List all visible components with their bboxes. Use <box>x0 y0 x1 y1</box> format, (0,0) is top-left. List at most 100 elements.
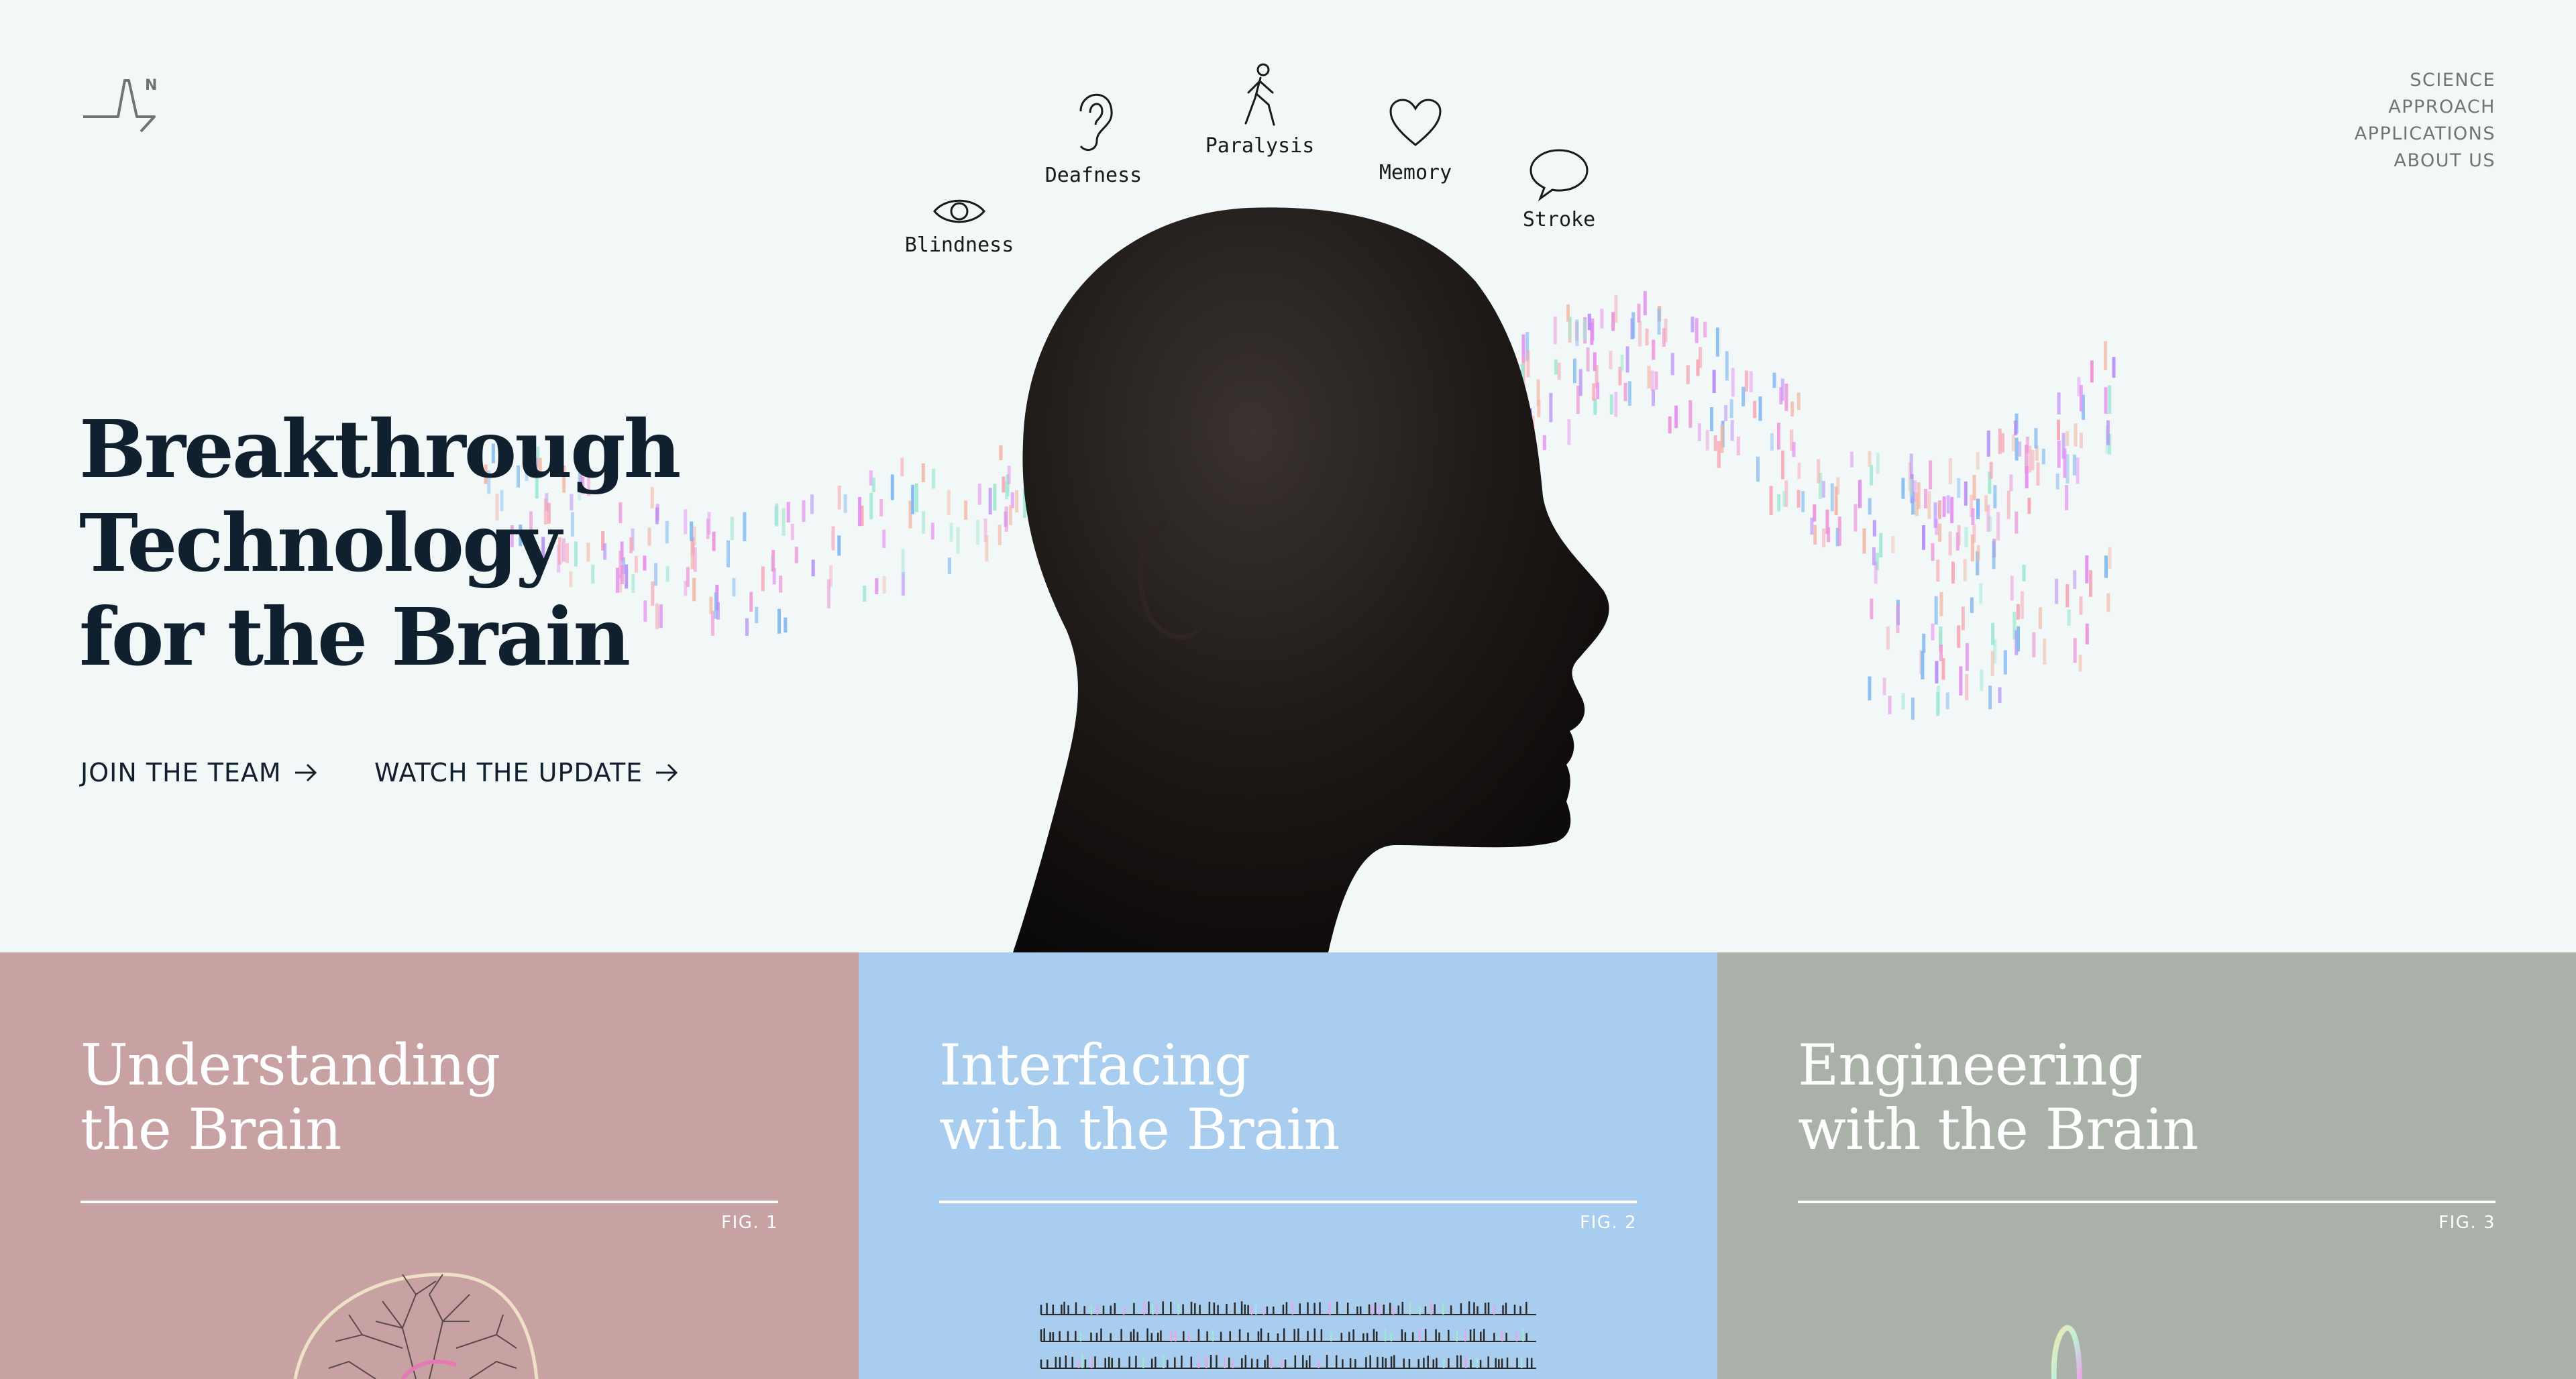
spike-mark <box>1876 453 1880 474</box>
spike-train-illustration <box>1040 1301 1536 1369</box>
spike-mark <box>901 571 905 596</box>
spike-mark <box>858 497 861 527</box>
spike-mark <box>1970 597 1974 613</box>
spike-mark <box>690 521 694 541</box>
spike-mark <box>1837 516 1841 546</box>
nav-about-us[interactable]: ABOUT US <box>2355 148 2496 174</box>
spike-mark <box>1980 669 1984 691</box>
spike-mark <box>1668 416 1672 434</box>
spike-mark <box>1696 360 1700 376</box>
spike-mark <box>1697 423 1701 441</box>
spike-mark <box>1810 517 1814 535</box>
spike-mark <box>1901 693 1905 710</box>
spike-mark <box>790 523 794 541</box>
join-the-team-link[interactable]: JOIN THE TEAM <box>80 758 318 787</box>
spike-mark <box>1744 370 1748 392</box>
logo-letter: N <box>145 77 157 94</box>
spike-mark <box>1950 496 1954 524</box>
spike-mark <box>1792 441 1796 457</box>
spike-mark <box>2041 449 2045 465</box>
spike-mark <box>1652 339 1656 360</box>
spike-mark <box>1971 508 1975 525</box>
eye-icon <box>933 199 985 223</box>
spike-mark <box>1779 387 1783 404</box>
spike-mark <box>1670 353 1674 376</box>
spike-mark <box>684 509 688 535</box>
spike-mark <box>1931 623 1935 641</box>
condition-label: Paralysis <box>1205 134 1315 158</box>
spike-mark <box>1951 561 1955 584</box>
spike-mark <box>1901 478 1905 499</box>
spike-mark <box>1970 534 1974 562</box>
spike-mark <box>1909 478 1913 497</box>
spike-mark <box>1772 372 1776 388</box>
watch-the-update-link[interactable]: WATCH THE UPDATE <box>374 758 679 787</box>
spike-mark <box>1964 481 1968 506</box>
spike-mark <box>2034 428 2038 449</box>
spike-mark <box>1886 626 1890 650</box>
spike-mark <box>1796 490 1801 508</box>
spike-mark <box>1657 308 1661 335</box>
spike-mark <box>1870 598 1874 620</box>
condition-stroke[interactable]: Stroke <box>1485 141 1633 231</box>
spike-mark <box>1822 528 1826 548</box>
spike-mark <box>1946 495 1950 514</box>
spike-mark <box>1929 460 1933 490</box>
nav-applications[interactable]: APPLICATIONS <box>2355 121 2496 148</box>
panel-title-line-2: with the Brain <box>1798 1097 2199 1162</box>
spike-mark <box>777 608 781 634</box>
spike-mark <box>1849 451 1854 467</box>
nav-science[interactable]: SCIENCE <box>2355 67 2496 94</box>
spike-mark <box>900 457 904 477</box>
spike-mark <box>1935 661 1939 683</box>
spike-mark <box>2014 421 2018 436</box>
headline-line-3: for the Brain <box>79 590 631 683</box>
spike-mark <box>1688 400 1693 428</box>
hero-section: N SCIENCE APPROACH APPLICATIONS ABOUT US… <box>0 0 2576 952</box>
panel-interfacing[interactable]: Interfacing with the Brain FIG. 2 <box>859 952 1717 1379</box>
spike-mark <box>771 549 775 572</box>
spike-mark <box>2009 474 2013 492</box>
panel-title-line-1: Understanding <box>80 1032 500 1098</box>
spike-mark <box>1858 480 1862 508</box>
spike-mark <box>1664 319 1668 343</box>
spike-mark <box>2028 445 2032 473</box>
spike-mark <box>1931 543 1935 561</box>
nav-approach[interactable]: APPROACH <box>2355 94 2496 121</box>
arrow-right-icon <box>294 763 317 782</box>
spike-mark <box>1836 477 1840 495</box>
spike-mark <box>1777 494 1781 512</box>
spike-mark <box>932 469 936 489</box>
spike-mark <box>1990 651 1994 676</box>
spike-mark <box>1921 651 1925 679</box>
spike-mark <box>1986 430 1990 457</box>
condition-blindness[interactable]: Blindness <box>885 181 1033 257</box>
spike-mark <box>2112 357 2116 378</box>
spike-mark <box>684 580 688 596</box>
condition-paralysis[interactable]: Paralysis <box>1186 60 1334 158</box>
spike-mark <box>2038 607 2042 629</box>
spike-mark <box>1870 465 1874 486</box>
spike-mark <box>1654 371 1658 390</box>
spike-mark <box>831 526 835 551</box>
spike-mark <box>1720 425 1724 453</box>
condition-deafness[interactable]: Deafness <box>1020 80 1167 187</box>
spike-mark <box>1924 488 1927 508</box>
spike-mark <box>882 575 886 594</box>
spike-mark <box>1942 496 1946 517</box>
spike-mark <box>761 566 765 592</box>
spike-mark <box>1790 401 1794 417</box>
spike-mark <box>706 518 710 539</box>
panel-engineering[interactable]: Engineering with the Brain FIG. 3 <box>1717 952 2576 1379</box>
condition-memory[interactable]: Memory <box>1342 80 1489 184</box>
brand-logo[interactable]: N <box>80 75 161 135</box>
speech-bubble-icon <box>1529 149 1589 201</box>
panel-understanding[interactable]: Understanding the Brain FIG. 1 <box>0 952 859 1379</box>
spike-mark <box>2006 490 2010 519</box>
spike-mark <box>1686 365 1690 384</box>
spike-mark <box>2022 565 2026 582</box>
spike-mark <box>2055 474 2059 490</box>
spike-mark <box>1731 368 1735 397</box>
panel-title: Understanding the Brain <box>80 1033 500 1162</box>
spike-mark <box>2073 638 2077 663</box>
